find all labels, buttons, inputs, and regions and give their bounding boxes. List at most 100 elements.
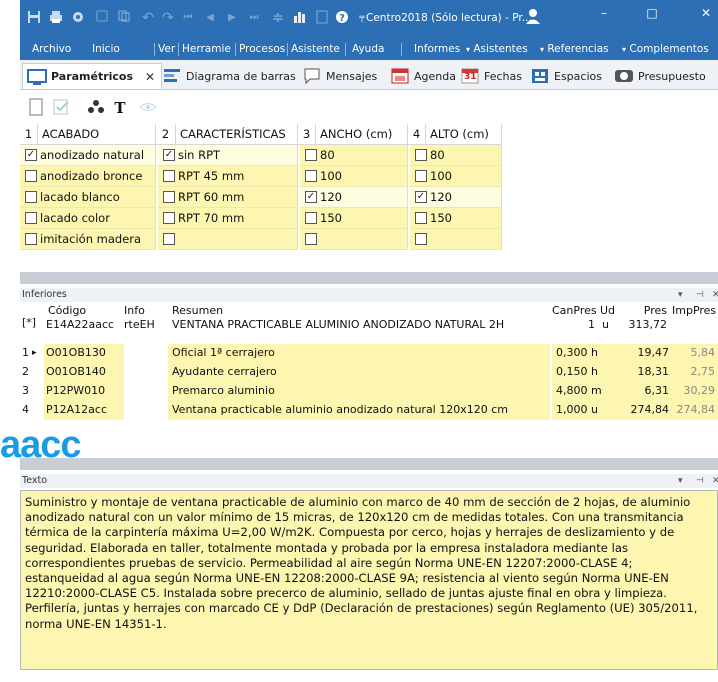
all-rows-marker[interactable]: [*] bbox=[22, 316, 42, 330]
checkbox-checked[interactable]: ✓ bbox=[163, 149, 175, 161]
splitter[interactable] bbox=[20, 272, 718, 284]
checkbox[interactable] bbox=[415, 170, 427, 182]
quantity-cell[interactable]: 1,000 u bbox=[552, 401, 624, 420]
user-icon[interactable] bbox=[524, 7, 542, 25]
checkbox[interactable] bbox=[163, 212, 175, 224]
menu-procesos[interactable]: Procesos bbox=[239, 43, 285, 55]
tab-parametricos[interactable]: Paramétricos ✕ bbox=[22, 63, 163, 89]
checkbox[interactable] bbox=[305, 170, 317, 182]
param-option[interactable]: 150 bbox=[300, 208, 408, 229]
checkbox[interactable] bbox=[25, 191, 37, 203]
save-icon[interactable] bbox=[26, 10, 42, 26]
tab-fechas[interactable]: 31 Fechas bbox=[460, 63, 522, 89]
maximize-button[interactable]: □ bbox=[642, 6, 662, 20]
param-option[interactable] bbox=[410, 229, 502, 250]
column-header[interactable]: ACABADO bbox=[38, 124, 156, 145]
pin-icon[interactable]: ⊣ bbox=[696, 474, 704, 488]
menu-herramientas[interactable]: Herramie bbox=[182, 43, 232, 55]
splitter[interactable] bbox=[20, 458, 718, 470]
checkbox-checked[interactable]: ✓ bbox=[305, 191, 317, 203]
column-header[interactable]: CARACTERÍSTICAS bbox=[176, 124, 298, 145]
param-option[interactable] bbox=[158, 229, 298, 250]
close-button[interactable]: ✕ bbox=[696, 6, 716, 20]
menu-inicio[interactable]: Inicio bbox=[92, 43, 120, 55]
param-option[interactable]: imitación madera bbox=[20, 229, 156, 250]
column-header[interactable]: ANCHO (cm) bbox=[316, 124, 408, 145]
summary-cell[interactable]: Ayudante cerrajero bbox=[168, 363, 550, 382]
description-text[interactable]: Suministro y montaje de ventana practica… bbox=[20, 490, 718, 670]
checkbox[interactable] bbox=[305, 149, 317, 161]
param-option[interactable]: RPT 45 mm bbox=[158, 166, 298, 187]
check-doc-icon[interactable] bbox=[52, 98, 72, 118]
code-cell[interactable]: P12A12acc bbox=[44, 401, 124, 420]
summary-cell[interactable]: Premarco aluminio bbox=[168, 382, 550, 401]
menu-informes[interactable]: Informes bbox=[414, 43, 460, 55]
param-option[interactable]: ✓ 120 bbox=[300, 187, 408, 208]
menu-asistente[interactable]: Asistente bbox=[291, 43, 343, 55]
checkbox[interactable] bbox=[163, 191, 175, 203]
column-header[interactable]: ALTO (cm) bbox=[426, 124, 502, 145]
param-option[interactable]: 100 bbox=[300, 166, 408, 187]
document-icon[interactable] bbox=[314, 10, 330, 26]
minimize-button[interactable]: – bbox=[594, 6, 614, 20]
tab-mensajes[interactable]: Mensajes bbox=[302, 63, 377, 89]
column-header[interactable]: Código bbox=[48, 304, 124, 318]
text-icon[interactable]: T bbox=[110, 98, 130, 118]
next-record-icon[interactable]: ▶ bbox=[224, 10, 240, 26]
param-option[interactable]: anodizado bronce bbox=[20, 166, 156, 187]
copy-icon[interactable] bbox=[116, 10, 132, 26]
param-option[interactable] bbox=[300, 229, 408, 250]
code-cell[interactable]: P12PW010 bbox=[44, 382, 124, 401]
tab-agenda[interactable]: Agenda bbox=[390, 63, 456, 89]
code-cell[interactable]: O01OB130 bbox=[44, 344, 124, 363]
new-doc-icon[interactable] bbox=[26, 98, 46, 118]
table-row[interactable]: 3 P12PW010 Premarco aluminio 4,800 m 6,3… bbox=[20, 382, 718, 401]
window-icon[interactable] bbox=[94, 10, 110, 26]
checkbox-checked[interactable]: ✓ bbox=[25, 149, 37, 161]
param-option[interactable]: 150 bbox=[410, 208, 502, 229]
param-option[interactable]: 80 bbox=[410, 145, 502, 166]
column-header[interactable]: CanPres bbox=[552, 304, 598, 318]
checkbox[interactable] bbox=[25, 170, 37, 182]
close-panel-icon[interactable]: ✕ bbox=[712, 474, 718, 488]
param-option[interactable]: lacado color bbox=[20, 208, 156, 229]
first-record-icon[interactable]: ⏮ bbox=[180, 10, 196, 26]
close-panel-icon[interactable]: ✕ bbox=[712, 288, 718, 302]
help-icon[interactable]: ? bbox=[334, 10, 350, 26]
tab-presupuesto[interactable]: Presupuesto bbox=[614, 63, 706, 89]
quantity-cell[interactable]: 0,300 h bbox=[552, 344, 624, 363]
checkbox-checked[interactable]: ✓ bbox=[415, 191, 427, 203]
table-row[interactable]: 2 O01OB140 Ayudante cerrajero 0,150 h 18… bbox=[20, 363, 718, 382]
param-option[interactable]: 80 bbox=[300, 145, 408, 166]
group-icon[interactable] bbox=[86, 98, 106, 118]
table-row[interactable]: 1 ▸ O01OB130 Oficial 1ª cerrajero 0,300 … bbox=[20, 344, 718, 363]
param-option[interactable]: RPT 70 mm bbox=[158, 208, 298, 229]
dropdown-arrow-icon[interactable]: ▾ bbox=[678, 288, 683, 302]
last-record-icon[interactable]: ⏭ bbox=[246, 10, 262, 26]
close-tab-icon[interactable]: ✕ bbox=[145, 70, 155, 84]
checkbox[interactable] bbox=[415, 212, 427, 224]
checkbox[interactable] bbox=[25, 212, 37, 224]
menu-archivo[interactable]: Archivo bbox=[32, 43, 71, 55]
menu-referencias-dropdown[interactable]: ▾ Referencias bbox=[540, 43, 609, 55]
column-header[interactable]: Pres bbox=[624, 304, 670, 318]
column-header[interactable]: Ud bbox=[600, 304, 622, 318]
dropdown-arrow-icon[interactable]: ▾ bbox=[678, 474, 683, 488]
prev-record-icon[interactable]: ◀ bbox=[202, 10, 218, 26]
column-header[interactable]: Resumen bbox=[172, 304, 232, 318]
column-header[interactable]: ImpPres bbox=[672, 304, 718, 318]
quantity-cell[interactable]: 0,150 h bbox=[552, 363, 624, 382]
tab-espacios[interactable]: Espacios bbox=[530, 63, 602, 89]
checkbox[interactable] bbox=[415, 233, 427, 245]
tab-diagrama-de-barras[interactable]: Diagrama de barras bbox=[162, 63, 296, 89]
summary-cell[interactable]: Ventana practicable aluminio anodizado n… bbox=[168, 401, 550, 420]
param-option[interactable]: ✓ sin RPT bbox=[158, 145, 298, 166]
param-option[interactable]: ✓ anodizado natural bbox=[20, 145, 156, 166]
eye-icon[interactable] bbox=[138, 98, 158, 118]
price-cell[interactable]: 19,47 bbox=[624, 344, 672, 363]
checkbox[interactable] bbox=[25, 233, 37, 245]
checkbox[interactable] bbox=[305, 212, 317, 224]
redo-icon[interactable]: ↷ bbox=[160, 10, 176, 26]
param-option[interactable]: RPT 60 mm bbox=[158, 187, 298, 208]
checkbox[interactable] bbox=[305, 233, 317, 245]
